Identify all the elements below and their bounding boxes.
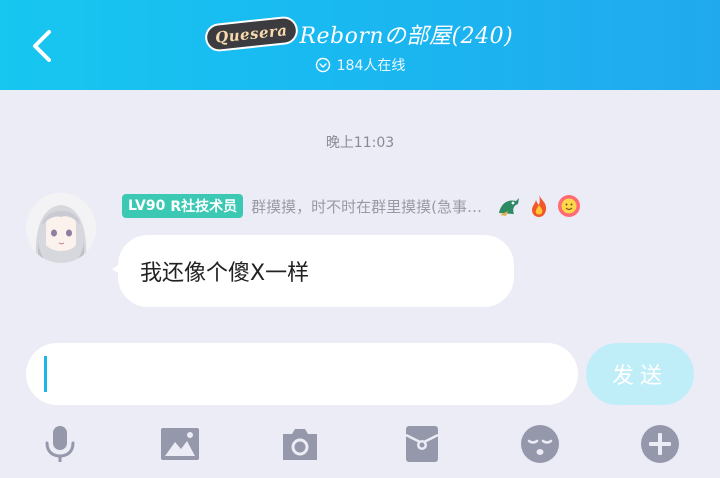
emoji-icon bbox=[521, 425, 559, 463]
plus-icon bbox=[641, 425, 679, 463]
anime-girl-avatar-icon bbox=[26, 193, 96, 263]
group-name: Rebornの部屋(240) bbox=[299, 24, 514, 49]
camera-button[interactable] bbox=[276, 420, 324, 468]
message-text: 我还像个傻X一样 bbox=[140, 261, 310, 286]
red-packet-icon bbox=[405, 426, 439, 462]
message-input[interactable] bbox=[26, 343, 578, 405]
message-timestamp: 晚上11:03 bbox=[325, 135, 395, 151]
group-logo: Quesera bbox=[205, 17, 297, 51]
chevron-down-circle-icon bbox=[315, 57, 330, 73]
chat-title[interactable]: Quesera Rebornの部屋(240) bbox=[0, 16, 720, 52]
composer: 发送 bbox=[0, 328, 720, 478]
level-text: LV90 bbox=[128, 198, 166, 214]
microphone-icon bbox=[45, 426, 75, 462]
send-button[interactable]: 发送 bbox=[586, 343, 694, 405]
dragon-icon bbox=[496, 193, 522, 219]
message-bubble[interactable]: 我还像个傻X一样 bbox=[112, 235, 514, 307]
role-text: R社技术员 bbox=[170, 199, 238, 215]
smiley-badge-icon bbox=[556, 193, 582, 219]
avatar[interactable] bbox=[26, 193, 96, 263]
voice-button[interactable] bbox=[36, 420, 84, 468]
composer-toolbar bbox=[0, 420, 720, 468]
sender-badges bbox=[496, 193, 582, 219]
chat-header: Quesera Rebornの部屋(240) 184人在线 bbox=[0, 0, 720, 90]
more-button[interactable] bbox=[636, 420, 684, 468]
emoji-button[interactable] bbox=[516, 420, 564, 468]
red-packet-button[interactable] bbox=[398, 420, 446, 468]
gallery-button[interactable] bbox=[156, 420, 204, 468]
sender-name[interactable]: 群摸摸，时不时在群里摸摸(急事… bbox=[251, 196, 482, 217]
text-caret bbox=[44, 356, 47, 392]
fire-icon bbox=[526, 193, 552, 219]
image-icon bbox=[161, 428, 199, 460]
online-count[interactable]: 184人在线 bbox=[0, 54, 720, 76]
camera-icon bbox=[283, 429, 317, 460]
online-count-text: 184人在线 bbox=[336, 58, 406, 74]
sender-info: LV90 R社技术员 群摸摸，时不时在群里摸摸(急事… bbox=[122, 193, 582, 219]
level-badge: LV90 R社技术员 bbox=[122, 194, 244, 218]
